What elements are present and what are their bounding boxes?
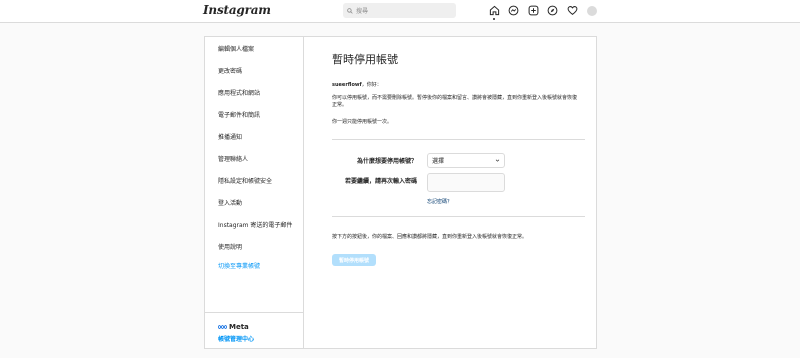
active-dot	[493, 18, 495, 20]
deactivate-panel: 暫時停用帳號 sueerflowf，你好： 你可以停用帳號，而不需要刪除帳號。暫…	[305, 37, 597, 348]
sidebar-item-emails-from-instagram[interactable]: Instagram 寄送的電子郵件	[218, 220, 292, 229]
greeting: sueerflowf，你好：	[332, 81, 382, 88]
sidebar-item-push-notifications[interactable]: 推播通知	[218, 132, 242, 141]
instagram-logo[interactable]: Instagram	[203, 3, 271, 17]
sidebar-item-apps-websites[interactable]: 應用程式和網站	[218, 88, 260, 97]
greeting-suffix: ，你好：	[361, 82, 382, 88]
reason-select-value: 選擇	[432, 158, 445, 165]
search-icon	[347, 7, 353, 14]
deactivate-account-button[interactable]: 暫時停用帳號	[332, 254, 376, 266]
meta-logo-text: Meta	[229, 323, 249, 331]
page-title: 暫時停用帳號	[332, 53, 398, 66]
sidebar-item-email-sms[interactable]: 電子郵件和簡訊	[218, 110, 260, 119]
meta-infinity-icon	[218, 325, 227, 329]
sidebar-item-help[interactable]: 使用說明	[218, 242, 242, 251]
deactivate-limit-note: 你一週只能停用帳號一次。	[332, 119, 393, 125]
forgot-password-link[interactable]: 忘記密碼？	[427, 198, 452, 205]
new-post-icon[interactable]	[527, 4, 539, 16]
search-placeholder: 搜尋	[356, 8, 369, 15]
meta-logo: Meta	[218, 323, 249, 331]
sidebar-item-privacy-security[interactable]: 隱私設定和帳號安全	[218, 176, 272, 185]
profile-avatar[interactable]	[586, 4, 598, 16]
settings-card: 編輯個人檔案 更改密碼 應用程式和網站 電子郵件和簡訊 推播通知 管理聯絡人 隱…	[204, 36, 597, 349]
messenger-icon[interactable]	[508, 4, 520, 16]
nav-icons	[488, 4, 605, 20]
sidebar-divider	[205, 312, 304, 313]
password-label: 若要繼續，請再次輸入密碼	[344, 178, 417, 185]
reason-select[interactable]: 選擇	[427, 153, 505, 168]
top-navigation-bar: Instagram 搜尋	[0, 0, 800, 23]
deactivate-warning: 按下方的按鈕後，你的檔案、回應和讚都將隱藏，直到你重新登入後帳號就會恢復正常。	[332, 234, 528, 240]
activity-heart-icon[interactable]	[566, 4, 578, 16]
chevron-down-icon	[495, 159, 500, 162]
sidebar-item-change-password[interactable]: 更改密碼	[218, 66, 242, 75]
sidebar-item-edit-profile[interactable]: 編輯個人檔案	[218, 44, 254, 53]
divider-bottom	[332, 216, 585, 217]
accounts-center-link[interactable]: 帳號管理中心	[218, 334, 254, 343]
explore-icon[interactable]	[547, 4, 559, 16]
settings-sidebar: 編輯個人檔案 更改密碼 應用程式和網站 電子郵件和簡訊 推播通知 管理聯絡人 隱…	[205, 37, 304, 348]
home-icon[interactable]	[488, 4, 500, 20]
sidebar-item-switch-professional[interactable]: 切換至專業帳號	[218, 261, 260, 270]
deactivate-description: 你可以停用帳號，而不需要刪除帳號。暫停後你的檔案和留言、讚將會被隱藏，直到你重新…	[332, 95, 578, 108]
password-input[interactable]	[427, 173, 505, 192]
avatar-circle	[586, 5, 597, 16]
reason-label: 為什麼想要停用帳號？	[356, 158, 417, 165]
search-box[interactable]: 搜尋	[343, 3, 456, 18]
sidebar-item-login-activity[interactable]: 登入活動	[218, 198, 242, 207]
divider-top	[332, 139, 585, 140]
username: sueerflowf	[332, 82, 362, 88]
sidebar-item-manage-contacts[interactable]: 管理聯絡人	[218, 154, 248, 163]
